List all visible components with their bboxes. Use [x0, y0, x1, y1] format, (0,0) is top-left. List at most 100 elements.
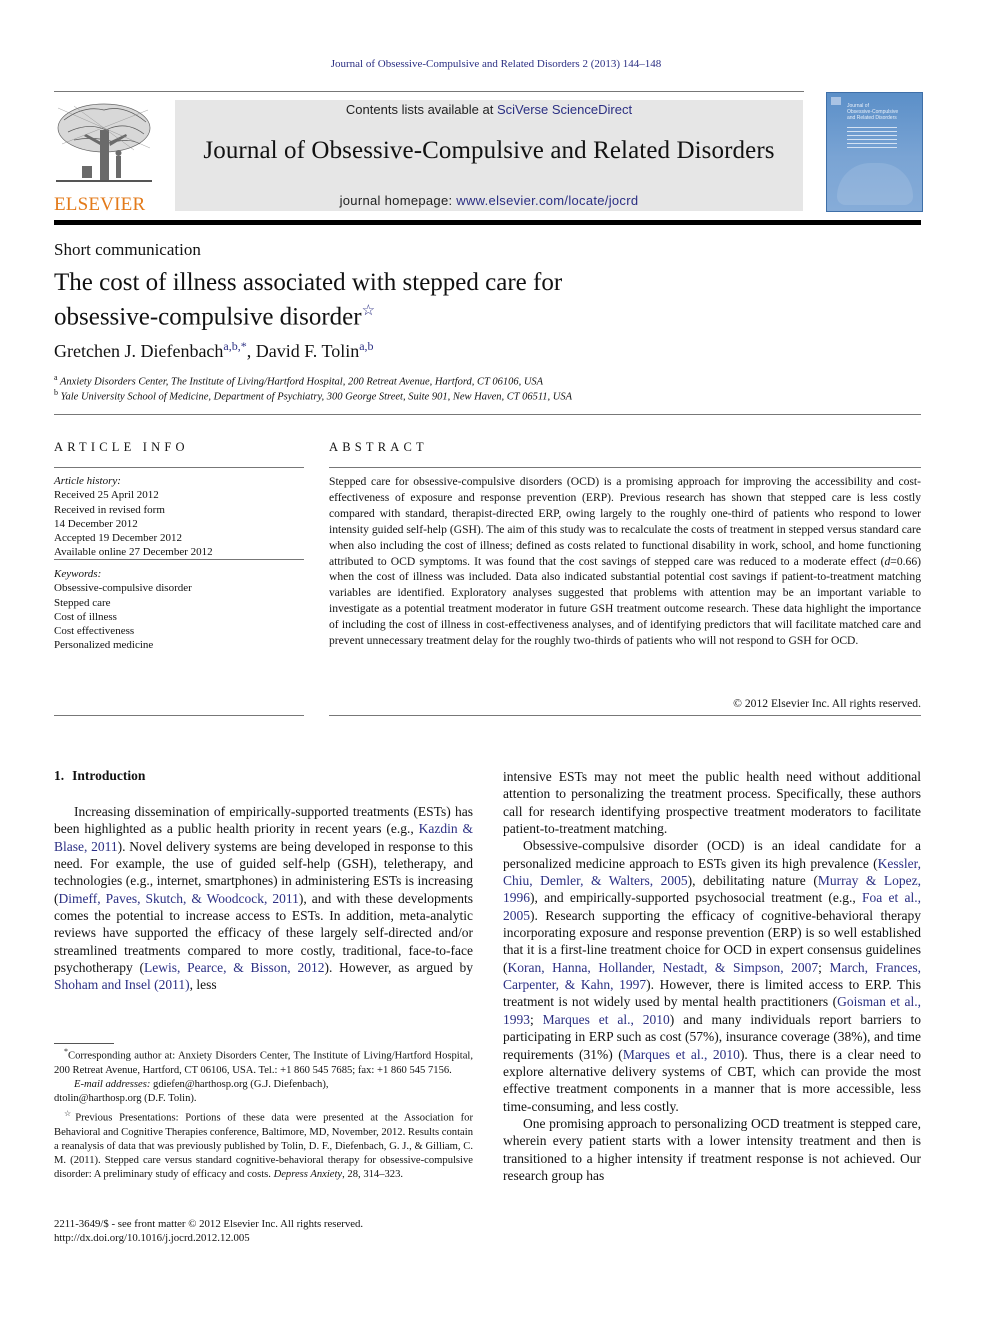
article-info-rule — [54, 715, 304, 716]
article-history: Article history: Received 25 April 2012 … — [54, 474, 304, 560]
affiliation-a: a Anxiety Disorders Center, The Institut… — [54, 373, 543, 388]
citation-link[interactable]: Marques et al., 2010 — [543, 1012, 670, 1027]
affiliation-mark: b — [54, 388, 58, 397]
author-name: Gretchen J. Diefenbach — [54, 341, 224, 361]
footnote-mark: ☆ — [64, 1108, 76, 1118]
text-run: ), debilitating nature ( — [687, 873, 818, 889]
article-title: The cost of illness associated with step… — [54, 268, 754, 331]
title-rule — [54, 414, 921, 415]
doi-link[interactable]: http://dx.doi.org/10.1016/j.jocrd.2012.1… — [54, 1231, 363, 1245]
running-head[interactable]: Journal of Obsessive-Compulsive and Rela… — [0, 58, 992, 70]
title-line-2: obsessive-compulsive disorder — [54, 303, 362, 331]
keywords-label: Keywords: — [54, 568, 102, 580]
text-run: Obsessive-compulsive disorder (OCD) is a… — [503, 838, 921, 871]
body-column-left: Increasing dissemination of empirically-… — [54, 803, 473, 994]
citation-link[interactable]: Dimeff, Paves, Skutch, & Woodcock, 2011 — [59, 891, 299, 906]
history-item: Received in revised form — [54, 503, 165, 516]
title-footnote-star[interactable]: ☆ — [362, 303, 375, 319]
history-item: Accepted 19 December 2012 — [54, 532, 182, 545]
footnote-corresponding: *Corresponding author at: Anxiety Disord… — [54, 1045, 473, 1078]
abstract-text: Stepped care for obsessive-compulsive di… — [329, 474, 921, 649]
section-number: 1. — [54, 768, 65, 783]
citation-link[interactable]: Marques et al., 2010 — [623, 1047, 740, 1062]
journal-name: Depress Anxiety — [273, 1169, 343, 1181]
footnote-text: Corresponding author at: Anxiety Disorde… — [54, 1050, 473, 1076]
abstract-rule — [329, 715, 921, 716]
header-thick-rule — [54, 220, 921, 225]
paragraph: One promising approach to personalizing … — [503, 1115, 921, 1183]
author-name: David F. Tolin — [255, 341, 360, 361]
history-item: Available online 27 December 2012 — [54, 546, 213, 559]
elsevier-tree-icon — [54, 100, 154, 188]
cover-title-line: and Related Disorders — [847, 115, 897, 121]
citation-link[interactable]: Lewis, Pearce, & Bisson, 2012 — [144, 960, 324, 975]
contents-line: Contents lists available at SciVerse Sci… — [175, 102, 803, 117]
abstract-rule — [329, 467, 921, 468]
text-run: ; — [530, 1011, 543, 1027]
citation-link[interactable]: Shoham and Insel (2011) — [54, 977, 190, 992]
email-address[interactable]: gdiefen@harthosp.org (G.J. Diefenbach), — [150, 1079, 328, 1090]
author-marks[interactable]: a,b,* — [223, 339, 246, 353]
journal-title: Journal of Obsessive-Compulsive and Rela… — [203, 137, 775, 164]
journal-cover-image[interactable]: Journal of Obsessive-Compulsive and Rela… — [826, 92, 923, 212]
paragraph: Increasing dissemination of empirically-… — [54, 803, 473, 994]
article-info-rule — [54, 559, 304, 560]
issn-doi-block: 2211-3649/$ - see front matter © 2012 El… — [54, 1217, 363, 1246]
abstract-heading: ABSTRACT — [329, 440, 428, 454]
journal-banner: Contents lists available at SciVerse Sci… — [175, 100, 803, 211]
email-label: E-mail addresses: — [74, 1079, 151, 1091]
sciencedirect-link[interactable]: SciVerse ScienceDirect — [497, 102, 632, 117]
elsevier-logo[interactable]: ELSEVIER — [54, 100, 154, 215]
paragraph: Obsessive-compulsive disorder (OCD) is a… — [503, 837, 921, 1115]
affiliation-b: b Yale University School of Medicine, De… — [54, 388, 572, 403]
cover-brain-graphic — [837, 163, 913, 205]
keyword-item: Obsessive-compulsive disorder — [54, 582, 192, 595]
citation-link[interactable]: Koran, Hanna, Hollander, Nestadt, & Simp… — [508, 960, 819, 975]
author-separator: , — [246, 341, 256, 361]
affiliation-mark: a — [54, 373, 58, 382]
homepage-prefix: journal homepage: — [339, 193, 457, 208]
journal-homepage-link[interactable]: www.elsevier.com/locate/jocrd — [456, 193, 638, 208]
text-run: ; — [818, 959, 830, 975]
title-line-1: The cost of illness associated with step… — [54, 269, 563, 296]
cover-title: Journal of Obsessive-Compulsive and Rela… — [847, 103, 917, 121]
history-label: Article history: — [54, 475, 121, 487]
abstract-copyright: © 2012 Elsevier Inc. All rights reserved… — [733, 697, 921, 710]
header-rule — [54, 91, 804, 92]
text-run: ). However, as argued by — [324, 960, 473, 976]
footnote-email: E-mail addresses: gdiefen@harthosp.org (… — [54, 1078, 473, 1092]
history-item: 14 December 2012 — [54, 517, 138, 530]
cover-text-lines — [847, 127, 897, 151]
section-heading: 1. Introduction — [54, 768, 145, 784]
abstract-part: Stepped care for obsessive-compulsive di… — [329, 475, 921, 568]
footnote-email-2: dtolin@harthosp.org (D.F. Tolin). — [54, 1092, 473, 1106]
footnote-rule — [54, 1043, 114, 1044]
footnote-text: Previous Presentations: Portions of thes… — [54, 1112, 474, 1181]
text-run: , less — [189, 977, 217, 993]
keywords: Keywords: Obsessive-compulsive disorder … — [54, 567, 304, 653]
article-type: Short communication — [54, 240, 201, 259]
section-title: Introduction — [72, 768, 146, 783]
issn-line: 2211-3649/$ - see front matter © 2012 El… — [54, 1218, 364, 1230]
body-column-right: intensive ESTs may not meet the public h… — [503, 768, 921, 1184]
elsevier-wordmark: ELSEVIER — [54, 194, 146, 215]
keyword-item: Personalized medicine — [54, 639, 154, 652]
contents-prefix: Contents lists available at — [345, 102, 497, 117]
effect-size-value: =0.66 — [890, 554, 918, 568]
footnote-presentation: ☆Previous Presentations: Portions of the… — [54, 1107, 473, 1183]
keyword-item: Cost effectiveness — [54, 625, 135, 638]
article-info-rule — [54, 467, 304, 468]
footnote-text: , 28, 314–323. — [342, 1169, 404, 1181]
paragraph: intensive ESTs may not meet the public h… — [503, 769, 921, 837]
author-marks[interactable]: a,b — [359, 339, 373, 353]
footnotes: *Corresponding author at: Anxiety Disord… — [54, 1045, 473, 1183]
affiliation-text: Yale University School of Medicine, Depa… — [60, 391, 573, 403]
cover-logo-icon — [831, 97, 841, 105]
email-address[interactable]: dtolin@harthosp.org (D.F. Tolin). — [54, 1093, 197, 1104]
article-info-heading: ARTICLE INFO — [54, 440, 189, 454]
homepage-line: journal homepage: www.elsevier.com/locat… — [175, 193, 803, 208]
affiliation-text: Anxiety Disorders Center, The Institute … — [60, 376, 544, 388]
history-item: Received 25 April 2012 — [54, 489, 159, 502]
text-run: ), and empirically-supported psychosocia… — [530, 890, 863, 906]
keyword-item: Stepped care — [54, 596, 111, 609]
